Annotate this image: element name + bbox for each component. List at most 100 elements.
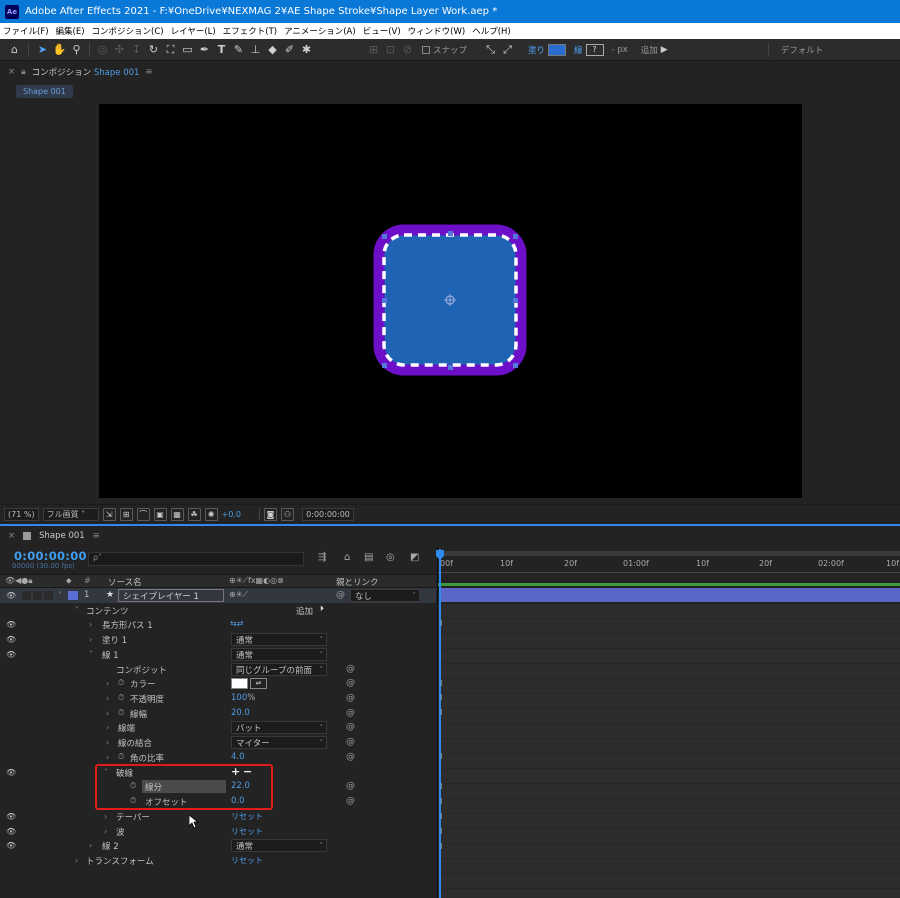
fill1-blend-select[interactable]: 通常 ˅ [231,633,327,646]
menu-view[interactable]: ビュー(V) [363,25,401,37]
add-label[interactable]: 追加 [641,44,658,56]
miter-limit-value[interactable]: 4.0 [231,752,245,762]
stroke-swatch[interactable]: ? [585,43,604,56]
layer-name[interactable]: シェイプレイヤー 1 [118,589,224,602]
frame-blending-icon[interactable]: ▤ [364,552,373,563]
layer-switch-icons[interactable]: ⊕✳︎⟋ [229,590,248,600]
layer-visibility-icon[interactable]: 👁︎ [6,591,16,600]
eraser-tool-icon[interactable]: ◆ [264,41,281,59]
rotate-tool-icon[interactable]: ↻ [145,41,162,59]
clone-stamp-icon[interactable]: ⊥ [247,41,264,59]
line-cap-select[interactable]: バット ˅ [231,721,327,734]
expression-pickwhip-icon[interactable]: @ [346,781,355,791]
visibility-icon[interactable]: 👁︎ [6,841,16,850]
label-color[interactable] [68,591,78,600]
wave-reset[interactable]: リセット [231,826,263,837]
solo-switch[interactable] [33,591,42,600]
contents-add-label[interactable]: 追加 [296,605,313,617]
twirl-icon[interactable]: › [89,635,92,644]
stroke-width-row[interactable]: › ⏱ 線幅 20.0 @ [0,706,436,721]
expression-pickwhip-icon[interactable]: @ [346,708,355,718]
pen-tool-icon[interactable]: ✒ [196,41,213,59]
fill-swatch[interactable] [548,43,567,56]
menu-layer[interactable]: レイヤー(L) [171,25,216,37]
audio-switch[interactable] [22,591,31,600]
expression-pickwhip-icon[interactable]: @ [346,678,355,688]
stroke-color-swatch[interactable] [231,678,248,689]
line-cap-row[interactable]: › 線端 バット ˅ @ [0,720,436,735]
path-direction-icons[interactable]: ⇆⇄ [230,619,243,628]
line-join-select[interactable]: マイター ˅ [231,736,327,749]
stopwatch-icon[interactable]: ⏱ [118,678,124,688]
stroke-label[interactable]: 線 [574,44,583,56]
snapshot-icon[interactable]: ◙ [264,507,278,521]
twirl-icon[interactable]: › [75,856,78,865]
wave-row[interactable]: 👁︎ › 波 リセット [0,824,436,839]
visibility-icon[interactable]: 👁︎ [6,812,16,821]
menu-composition[interactable]: コンポジション(C) [92,25,164,37]
twirl-icon[interactable]: ˅ [89,650,93,659]
expression-pickwhip-icon[interactable]: @ [346,693,355,703]
snap-features-icon[interactable]: ⤢ [499,41,516,59]
visibility-icon[interactable]: 👁︎ [6,827,16,836]
home-icon[interactable]: ⌂ [6,41,23,59]
panel-menu-icon[interactable]: ≡ [145,67,152,77]
twirl-icon[interactable]: › [104,827,107,836]
fill-label[interactable]: 塗り [528,44,545,56]
twirl-icon[interactable]: ˅ [75,606,79,615]
timeline-close-icon[interactable]: × [8,531,15,541]
stopwatch-icon[interactable]: ⏱ [118,752,124,762]
taper-reset[interactable]: リセット [231,811,263,822]
close-icon[interactable]: × [8,67,15,77]
type-tool-icon[interactable]: T [213,41,230,59]
stopwatch-icon[interactable]: ⏱ [118,693,124,703]
add-play-icon[interactable]: ▶ [661,45,668,55]
layer-row[interactable]: 👁︎ ˅ 1 ★ シェイプレイヤー 1 ⊕✳︎⟋ @ なし ˅ [0,588,436,603]
twirl-icon[interactable]: › [104,812,107,821]
comp-subtab[interactable]: Shape 001 [16,85,73,98]
expression-pickwhip-icon[interactable]: @ [346,752,355,762]
composition-panel-label[interactable]: コンポジション Shape 001 [32,66,140,78]
snap-checkbox[interactable] [422,45,430,54]
expression-pickwhip-icon[interactable]: @ [346,796,355,806]
line-join-row[interactable]: › 線の結合 マイター ˅ @ [0,735,436,750]
timeline-tab-name[interactable]: Shape 001 [39,531,85,541]
switches-header-icons[interactable]: ⊕✳︎⟋fx▦◐◎⊗ [229,576,284,586]
show-snapshot-icon[interactable]: ⚇ [281,507,295,521]
zoom-select[interactable]: (71 %) [4,507,39,521]
hand-tool-icon[interactable]: ✋ [51,41,68,59]
anchor-tool-icon[interactable]: ⛶ [162,41,179,59]
layer-search-input[interactable]: ρ˅ [88,552,304,566]
grid-icon[interactable]: ⊞ [119,507,133,521]
lock-switch[interactable] [44,591,53,600]
composite-row[interactable]: コンポジット 同じグループの前面 ˅ @ [0,662,436,677]
local-axis-icon[interactable]: ⊞ [365,41,382,59]
fill1-row[interactable]: 👁︎ › 塗り 1 通常 ˅ [0,632,436,647]
menu-window[interactable]: ウィンドウ(W) [408,25,466,37]
selection-tool-icon[interactable]: ➤ [34,41,51,59]
motion-blur-icon[interactable]: ◎ [386,552,395,563]
resolution-select[interactable]: フル画質 ˅ [42,507,99,521]
layer-duration-bar[interactable] [441,588,900,602]
opacity-row[interactable]: › ⏱ 不透明度 100% @ [0,691,436,706]
transparency-grid-icon[interactable]: ▦ [170,507,184,521]
stopwatch-icon[interactable]: ⏱ [118,708,124,718]
taper-row[interactable]: 👁︎ › テーパー リセット [0,809,436,824]
visibility-icon[interactable]: 👁︎ [6,768,16,777]
timeline-timecode[interactable]: 0:00:00:00 [14,549,87,563]
comp-mini-flowchart-icon[interactable]: ⇶ [318,552,326,563]
menu-edit[interactable]: 編集(E) [56,25,85,37]
view-axis-icon[interactable]: ⊘ [399,41,416,59]
brush-tool-icon[interactable]: ✎ [230,41,247,59]
mask-visibility-icon[interactable]: ⌒ [136,507,150,521]
timeline-menu-icon[interactable]: ≡ [93,531,100,541]
parent-select[interactable]: なし ˅ [350,589,420,602]
contents-add-icon[interactable]: ⏵ [320,604,324,614]
miter-limit-row[interactable]: › ⏱ 角の比率 4.0 @ [0,750,436,765]
roto-brush-icon[interactable]: ✐ [281,41,298,59]
workspace-default[interactable]: デフォルト [781,44,824,56]
viewer-timecode[interactable]: 0:00:00:00 [302,507,355,521]
stroke-px[interactable]: - px [612,45,628,55]
layer-twirl-icon[interactable]: ˅ [58,591,62,600]
source-name-header[interactable]: ソース名 [108,576,142,588]
